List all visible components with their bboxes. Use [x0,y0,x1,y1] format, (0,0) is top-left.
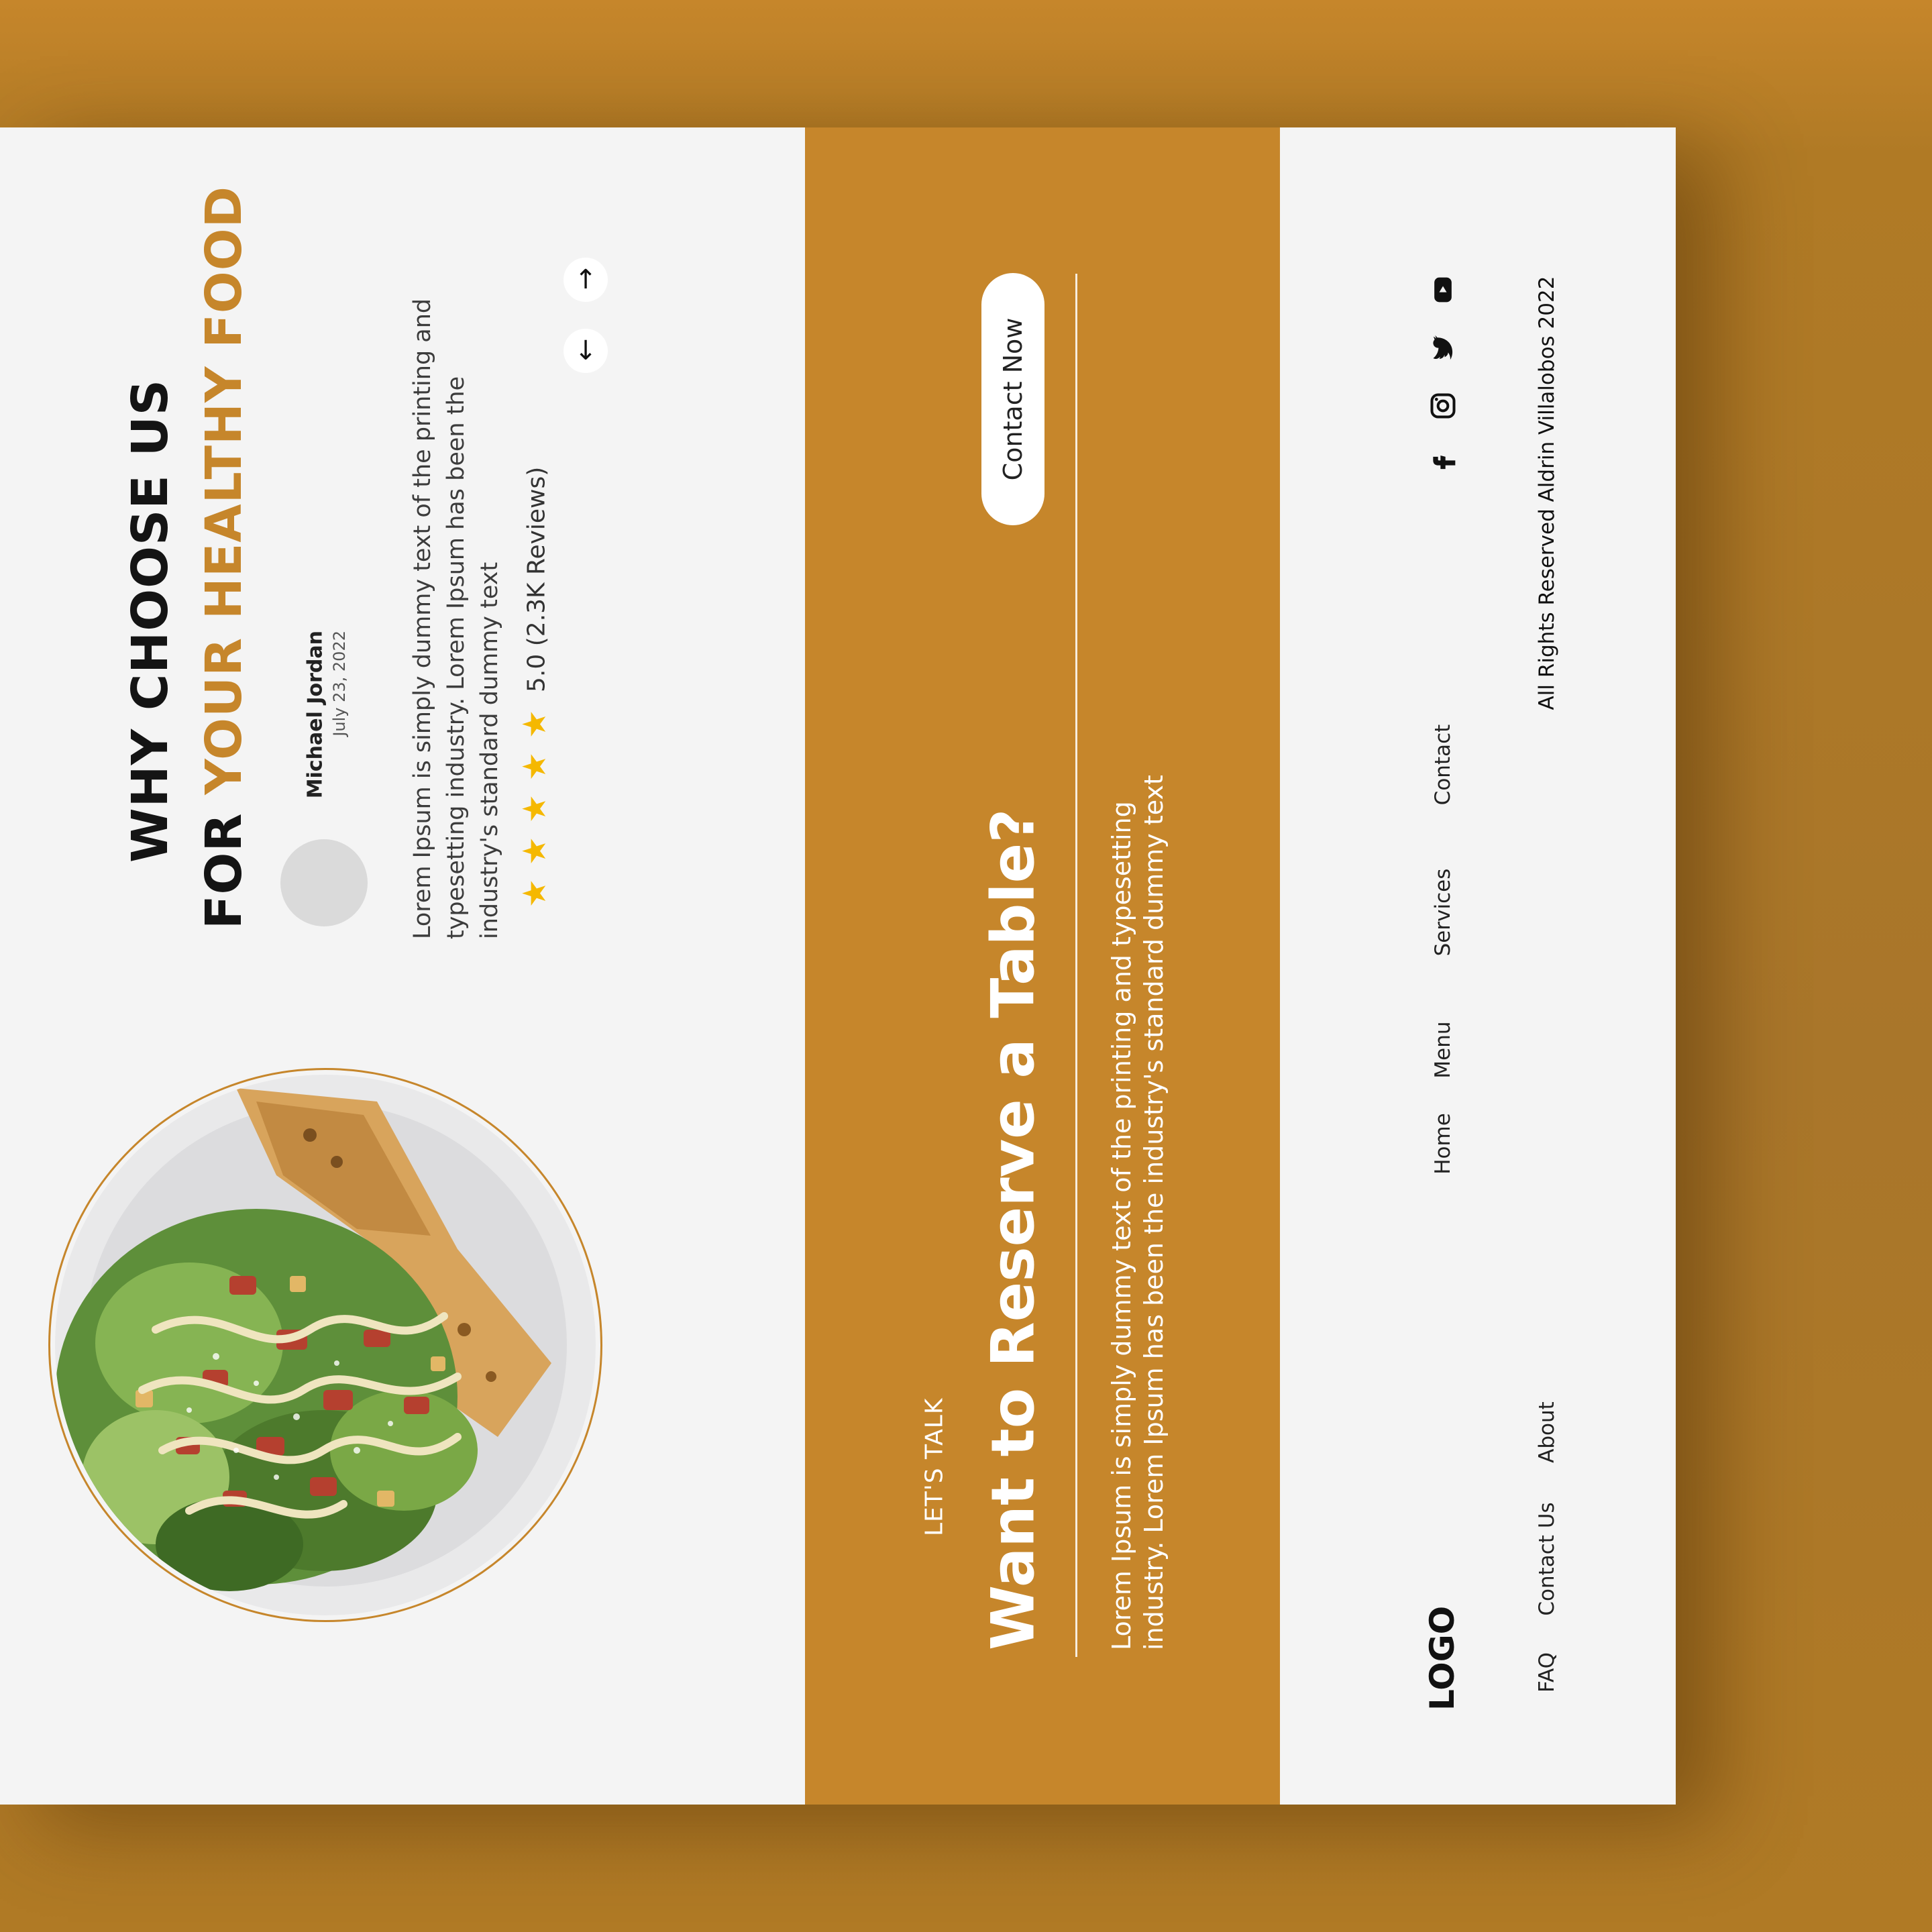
footer-logo[interactable]: LOGO [1423,1576,1462,1711]
arrow-up-icon: ↑ [574,264,597,295]
footer-link-contact-us[interactable]: Contact Us [1535,1492,1559,1626]
rating-stars: ★★★★★ [516,696,553,908]
salad-image [55,1075,596,1615]
section-title-line2: FOR YOUR HEALTHY FOOD [195,186,253,929]
divider-line [1075,274,1077,1657]
footer-link-menu[interactable]: Menu [1431,983,1455,1117]
footer-section [1280,127,1676,1805]
reserve-body: Lorem Ipsum is simply dummy text of the … [1107,775,1169,1650]
reserve-title: Want to Reserve a Table? [978,808,1048,1650]
footer-link-about[interactable]: About [1535,1365,1559,1499]
rating-text: 5.0 (2.3K Reviews) [523,466,551,692]
reviewer-name: Michael Jordan [303,631,327,799]
contact-now-button[interactable]: Contact Now [981,273,1044,525]
prev-review-button[interactable]: ↑ [564,258,608,302]
arrow-down-icon: ↓ [574,335,597,366]
footer-link-services[interactable]: Services [1431,845,1455,979]
title-highlight: YOUR HEALTHY FOOD [195,185,253,795]
facebook-icon[interactable] [1428,448,1458,478]
instagram-icon[interactable] [1428,391,1458,421]
section-title-line1: WHY CHOOSE US [121,379,179,863]
eyebrow-lets-talk: LET'S TALK [920,1397,949,1536]
title-prefix: FOR [195,794,253,929]
twitter-icon[interactable] [1428,333,1458,363]
footer-link-contact[interactable]: Contact [1431,698,1455,832]
youtube-icon[interactable] [1428,275,1458,305]
review-date: July 23, 2022 [330,631,349,737]
review-text: Lorem Ipsum is simply dummy text of the … [409,298,503,939]
copyright-text: All Rights Reserved Aldrin Villalobos 20… [1535,276,1559,710]
reviewer-avatar [280,839,368,926]
next-review-button[interactable]: ↓ [564,329,608,373]
